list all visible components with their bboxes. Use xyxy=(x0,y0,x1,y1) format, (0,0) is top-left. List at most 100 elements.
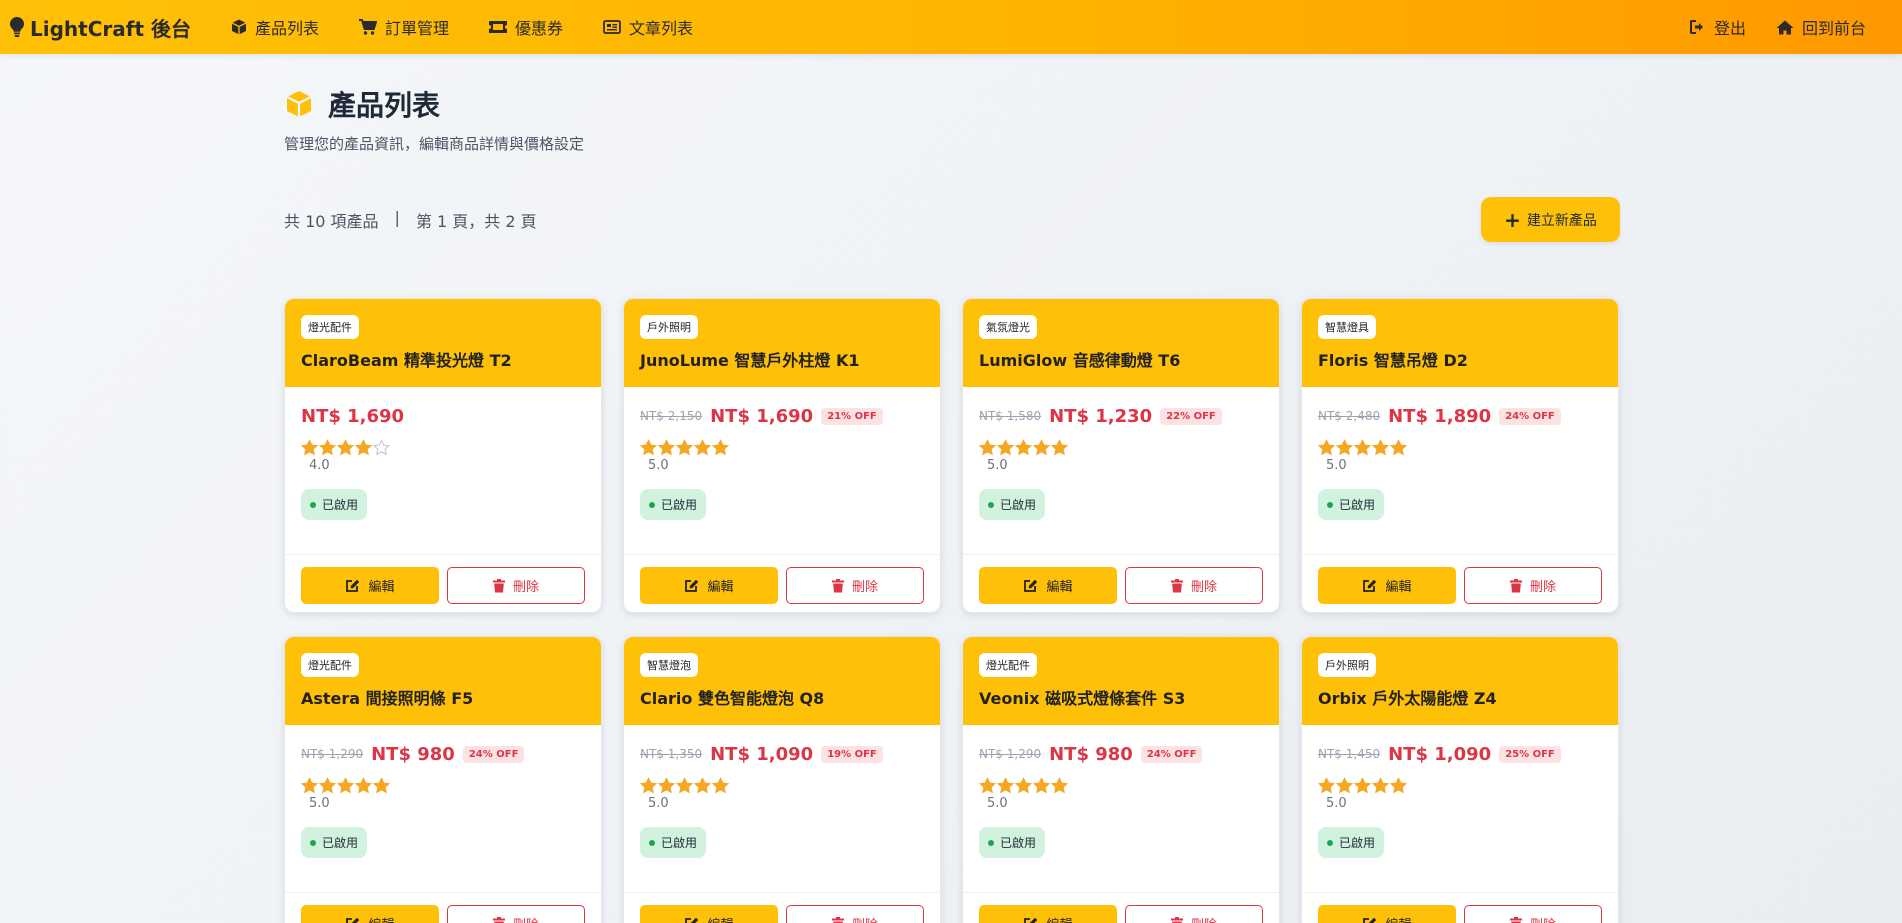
discount-badge: 19% OFF xyxy=(821,745,883,763)
edit-label: 編輯 xyxy=(1046,580,1073,595)
price-row: NT$ 2,480 NT$ 1,890 24% OFF xyxy=(1318,405,1602,427)
discount-badge: 21% OFF xyxy=(821,407,883,425)
ticket-icon xyxy=(489,21,508,33)
nav-products[interactable]: 產品列表 xyxy=(231,15,319,39)
create-product-label: 建立新產品 xyxy=(1526,212,1597,229)
status-label: 已啟用 xyxy=(1000,498,1037,512)
status-label: 已啟用 xyxy=(322,498,359,512)
brand-link[interactable]: LightCraft 後台 xyxy=(10,13,191,42)
sale-price: NT$ 1,690 xyxy=(301,405,405,427)
nav-articles-label: 文章列表 xyxy=(629,19,694,38)
original-price: NT$ 1,290 xyxy=(301,747,364,761)
status-label: 已啟用 xyxy=(1000,836,1037,850)
delete-button[interactable]: 刪除 xyxy=(1125,567,1263,604)
nav-coupons[interactable]: 優惠券 xyxy=(489,15,563,39)
sale-price: NT$ 1,090 xyxy=(1388,743,1492,765)
rating-value: 5.0 xyxy=(987,458,1008,473)
status-dot xyxy=(310,839,316,846)
star-filled-icon xyxy=(373,777,390,794)
product-card: 燈光配件 ClaroBeam 精準投光燈 T2 NT$ 1,690 4.0 已啟… xyxy=(284,298,602,613)
star-filled-icon xyxy=(1372,439,1389,456)
card-body: NT$ 2,150 NT$ 1,690 21% OFF 5.0 已啟用 xyxy=(624,387,940,555)
edit-button[interactable]: 編輯 xyxy=(640,567,778,604)
status-dot xyxy=(649,839,655,846)
nav-home[interactable]: 回到前台 xyxy=(1776,15,1866,39)
rating-value: 5.0 xyxy=(648,796,669,811)
nav-right-group: 登出 回到前台 xyxy=(1678,15,1884,39)
status-badge: 已啟用 xyxy=(640,827,707,858)
status-dot xyxy=(988,501,994,508)
trash-icon xyxy=(492,916,505,923)
status-badge: 已啟用 xyxy=(301,827,368,858)
delete-label: 刪除 xyxy=(1190,580,1217,595)
star-rating xyxy=(640,777,924,794)
nav-logout[interactable]: 登出 xyxy=(1689,15,1746,39)
cube-icon xyxy=(286,91,312,117)
edit-button[interactable]: 編輯 xyxy=(1318,567,1456,604)
sale-price: NT$ 980 xyxy=(1049,743,1133,765)
card-header: 戶外照明 Orbix 戶外太陽能燈 Z4 xyxy=(1302,637,1618,725)
create-product-button[interactable]: + 建立新產品 xyxy=(1481,197,1620,242)
nav-articles[interactable]: 文章列表 xyxy=(603,15,693,39)
delete-label: 刪除 xyxy=(513,914,539,923)
delete-label: 刪除 xyxy=(1530,914,1556,923)
star-rating xyxy=(979,777,1263,794)
nav-orders[interactable]: 訂單管理 xyxy=(359,15,449,39)
nav-products-label: 產品列表 xyxy=(254,19,319,38)
star-filled-icon xyxy=(1336,777,1353,794)
card-body: NT$ 2,480 NT$ 1,890 24% OFF 5.0 已啟用 xyxy=(1302,387,1618,555)
delete-button[interactable]: 刪除 xyxy=(447,567,585,604)
star-filled-icon xyxy=(640,439,657,456)
delete-button[interactable]: 刪除 xyxy=(447,905,585,923)
cart-icon xyxy=(359,19,377,35)
edit-button[interactable]: 編輯 xyxy=(640,905,778,923)
card-body: NT$ 1,690 4.0 已啟用 xyxy=(285,387,601,555)
delete-button[interactable]: 刪除 xyxy=(786,905,924,923)
card-body: NT$ 1,450 NT$ 1,090 25% OFF 5.0 已啟用 xyxy=(1302,725,1618,893)
star-rating xyxy=(640,439,924,456)
status-badge: 已啟用 xyxy=(979,489,1046,520)
product-card: 智慧燈具 Floris 智慧吊燈 D2 NT$ 2,480 NT$ 1,890 … xyxy=(1301,298,1619,613)
home-icon xyxy=(1776,20,1794,34)
rating-value: 5.0 xyxy=(648,458,669,473)
discount-badge: 22% OFF xyxy=(1160,407,1222,425)
product-name: Astera 間接照明條 F5 xyxy=(301,689,474,708)
rating-value: 5.0 xyxy=(1326,796,1347,811)
trash-icon xyxy=(831,578,844,592)
status-label: 已啟用 xyxy=(1339,498,1376,512)
edit-icon xyxy=(1363,917,1377,923)
star-rating xyxy=(1318,439,1602,456)
delete-button[interactable]: 刪除 xyxy=(1464,905,1602,923)
card-actions: 編輯 刪除 xyxy=(285,555,601,612)
original-price: NT$ 2,480 xyxy=(1318,409,1381,423)
summary-separator: | xyxy=(394,208,400,227)
status-dot xyxy=(1327,501,1333,508)
sale-price: NT$ 980 xyxy=(371,743,455,765)
price-row: NT$ 1,580 NT$ 1,230 22% OFF xyxy=(979,405,1263,427)
edit-icon xyxy=(685,917,699,923)
star-filled-icon xyxy=(1318,777,1335,794)
edit-button[interactable]: 編輯 xyxy=(979,905,1117,923)
delete-button[interactable]: 刪除 xyxy=(1464,567,1602,604)
category-badge: 智慧燈泡 xyxy=(640,653,698,677)
star-filled-icon xyxy=(712,439,729,456)
star-filled-icon xyxy=(1015,439,1032,456)
edit-icon xyxy=(1363,579,1377,592)
delete-button[interactable]: 刪除 xyxy=(1125,905,1263,923)
card-actions: 編輯 刪除 xyxy=(1302,555,1618,612)
edit-icon xyxy=(1024,917,1038,923)
edit-button[interactable]: 編輯 xyxy=(301,567,439,604)
edit-button[interactable]: 編輯 xyxy=(1318,905,1456,923)
star-filled-icon xyxy=(658,777,675,794)
star-filled-icon xyxy=(1015,777,1032,794)
nav-orders-label: 訂單管理 xyxy=(385,19,450,38)
delete-button[interactable]: 刪除 xyxy=(786,567,924,604)
category-badge: 燈光配件 xyxy=(979,653,1037,677)
edit-button[interactable]: 編輯 xyxy=(301,905,439,923)
edit-icon xyxy=(346,579,360,592)
edit-button[interactable]: 編輯 xyxy=(979,567,1117,604)
rating-value: 4.0 xyxy=(309,458,330,473)
card-body: NT$ 1,350 NT$ 1,090 19% OFF 5.0 已啟用 xyxy=(624,725,940,893)
star-filled-icon xyxy=(1051,439,1068,456)
star-filled-icon xyxy=(1051,777,1068,794)
